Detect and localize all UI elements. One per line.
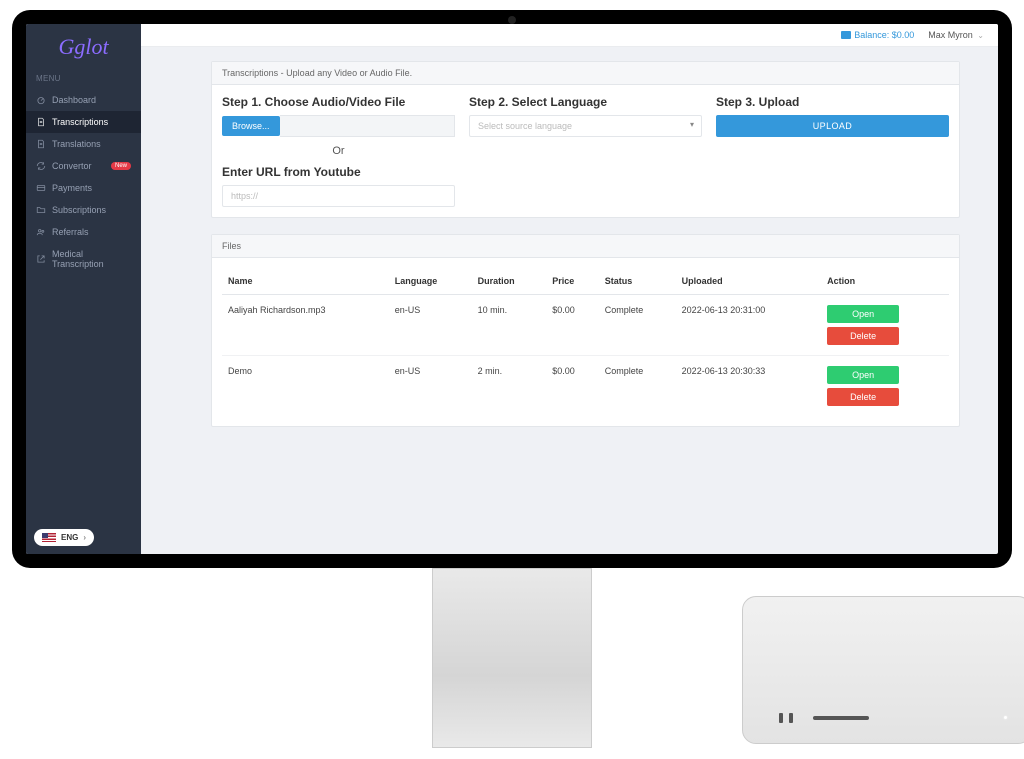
sidebar-item-subscriptions[interactable]: Subscriptions [26,199,141,221]
upload-panel: Transcriptions - Upload any Video or Aud… [211,61,960,218]
sidebar-item-label: Referrals [52,227,89,237]
col-name: Name [222,268,389,295]
sidebar: Gglot MENU Dashboard Transcriptions Tran… [26,24,141,554]
sidebar-item-label: Medical Transcription [52,249,131,269]
balance-link[interactable]: Balance: $0.00 [841,30,914,40]
us-flag-icon [42,533,56,542]
cell-language: en-US [389,295,472,356]
document-icon [36,117,46,127]
col-price: Price [546,268,599,295]
open-button[interactable]: Open [827,366,899,384]
sidebar-item-label: Convertor [52,161,92,171]
or-divider: Or [222,145,455,157]
speedometer-icon [36,95,46,105]
cell-uploaded: 2022-06-13 20:31:00 [676,295,821,356]
youtube-url-input[interactable] [222,185,455,207]
upload-button[interactable]: UPLOAD [716,115,949,137]
sidebar-item-dashboard[interactable]: Dashboard [26,89,141,111]
col-language: Language [389,268,472,295]
cell-name: Aaliyah Richardson.mp3 [222,295,389,356]
step-3: Step 3. Upload UPLOAD [716,95,949,207]
col-action: Action [821,268,949,295]
url-section-title: Enter URL from Youtube [222,165,455,179]
sidebar-item-label: Transcriptions [52,117,108,127]
balance-text: Balance: $0.00 [854,30,914,40]
user-menu[interactable]: Max Myron ⌄ [928,30,984,40]
folder-icon [36,205,46,215]
monitor-stand [432,568,592,748]
sidebar-item-payments[interactable]: Payments [26,177,141,199]
mac-studio-device [742,596,1024,744]
file-name-display [280,115,455,137]
delete-button[interactable]: Delete [827,327,899,345]
sidebar-item-translations[interactable]: Translations [26,133,141,155]
cell-language: en-US [389,356,472,417]
files-panel: Files Name Language Duration Price Statu… [211,234,960,427]
col-uploaded: Uploaded [676,268,821,295]
main-area: Balance: $0.00 Max Myron ⌄ Transcription… [141,24,998,554]
upload-panel-title: Transcriptions - Upload any Video or Aud… [212,62,959,85]
menu-section-label: MENU [26,74,141,89]
screen: Gglot MENU Dashboard Transcriptions Tran… [26,24,998,554]
language-switcher[interactable]: ENG › [34,529,94,546]
language-code: ENG [61,533,78,542]
sidebar-item-transcriptions[interactable]: Transcriptions [26,111,141,133]
sidebar-item-label: Dashboard [52,95,96,105]
topbar: Balance: $0.00 Max Myron ⌄ [141,24,998,47]
table-row: Aaliyah Richardson.mp3 en-US 10 min. $0.… [222,295,949,356]
monitor-frame: Gglot MENU Dashboard Transcriptions Tran… [12,10,1012,568]
chevron-down-icon: ⌄ [977,31,984,40]
sidebar-item-convertor[interactable]: Convertor New [26,155,141,177]
sidebar-item-medical[interactable]: Medical Transcription [26,243,141,275]
browse-button[interactable]: Browse... [222,116,280,136]
new-badge: New [111,162,131,170]
table-row: Demo en-US 2 min. $0.00 Complete 2022-06… [222,356,949,417]
creditcard-icon [36,183,46,193]
sidebar-item-label: Subscriptions [52,205,106,215]
sidebar-item-referrals[interactable]: Referrals [26,221,141,243]
cell-duration: 2 min. [472,356,547,417]
cell-price: $0.00 [546,295,599,356]
chevron-right-icon: › [83,533,86,542]
camera-notch [508,16,516,24]
step-3-title: Step 3. Upload [716,95,949,109]
cell-uploaded: 2022-06-13 20:30:33 [676,356,821,417]
power-led-icon [1004,716,1007,719]
open-button[interactable]: Open [827,305,899,323]
files-table: Name Language Duration Price Status Uplo… [222,268,949,416]
cell-duration: 10 min. [472,295,547,356]
external-link-icon [36,254,46,264]
sidebar-item-label: Payments [52,183,92,193]
sidebar-item-label: Translations [52,139,101,149]
wallet-icon [841,31,851,39]
col-status: Status [599,268,676,295]
user-name: Max Myron [928,30,973,40]
step-1: Step 1. Choose Audio/Video File Browse..… [222,95,455,207]
refresh-icon [36,161,46,171]
device-ports [779,713,869,723]
cell-status: Complete [599,295,676,356]
delete-button[interactable]: Delete [827,388,899,406]
step-1-title: Step 1. Choose Audio/Video File [222,95,455,109]
cell-name: Demo [222,356,389,417]
step-2: Step 2. Select Language Select source la… [469,95,702,207]
cell-status: Complete [599,356,676,417]
document-icon [36,139,46,149]
cell-price: $0.00 [546,356,599,417]
col-duration: Duration [472,268,547,295]
step-2-title: Step 2. Select Language [469,95,702,109]
brand-logo: Gglot [26,24,141,74]
content: Transcriptions - Upload any Video or Aud… [141,47,998,457]
users-icon [36,227,46,237]
language-select[interactable]: Select source language [469,115,702,137]
files-panel-title: Files [212,235,959,258]
